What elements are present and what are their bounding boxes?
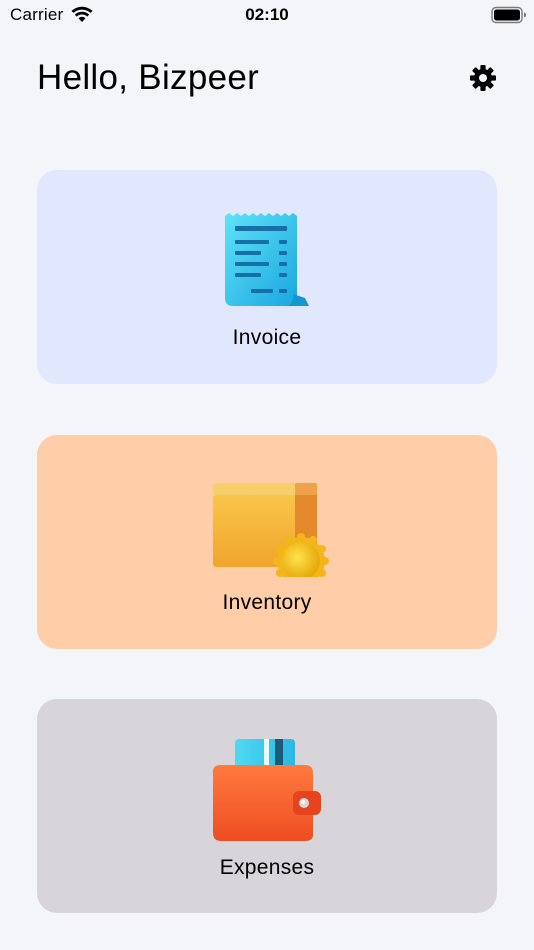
- battery-icon: [491, 6, 526, 24]
- wallet-icon: [213, 739, 321, 841]
- inventory-label: Inventory: [222, 591, 312, 614]
- invoice-card[interactable]: Invoice: [37, 170, 497, 384]
- page-title: Hello, Bizpeer: [37, 58, 260, 97]
- box-icon: [213, 483, 329, 577]
- expenses-label: Expenses: [219, 856, 315, 879]
- status-time: 02:10: [245, 5, 289, 24]
- status-bar: Carrier 02:10: [0, 0, 534, 30]
- expenses-card[interactable]: Expenses: [37, 699, 497, 913]
- receipt-icon: [225, 213, 309, 306]
- inventory-card[interactable]: Inventory: [37, 435, 497, 649]
- invoice-label: Invoice: [232, 326, 302, 349]
- gear-icon[interactable]: [469, 64, 497, 92]
